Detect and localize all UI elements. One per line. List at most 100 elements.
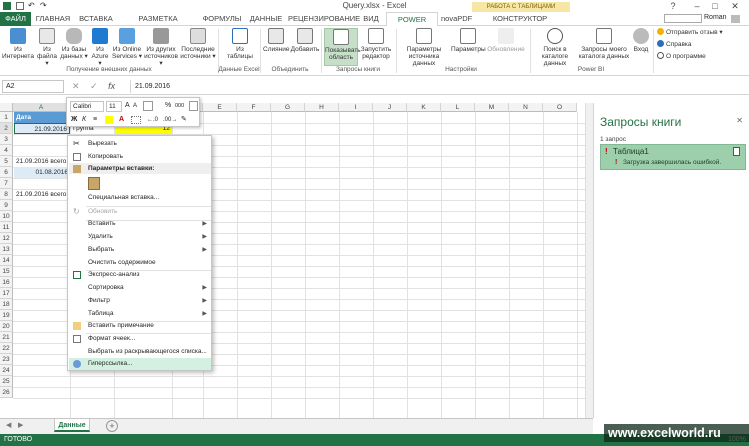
sheet-scroll-left-icon[interactable]: ◀ [6,421,11,429]
query-card[interactable]: ! Таблица1 ! Загрузка завершилась ошибко… [600,144,746,170]
from-table-button[interactable]: Из таблицы [224,28,256,66]
increase-decimal-icon[interactable]: ←.0 [147,115,158,125]
cell-a1[interactable]: Дата [14,112,70,123]
recent-sources-button[interactable]: Последние источники ▾ [180,28,216,66]
column-header-i[interactable]: I [339,103,373,112]
sign-in-button[interactable]: Вход [632,28,650,66]
tab-novapdf[interactable]: novaPDF [441,12,472,26]
column-header-e[interactable]: E [203,103,237,112]
align-icon[interactable]: ≡ [93,115,97,125]
row-header[interactable]: 21 [0,332,13,343]
menu-item-insert[interactable]: Вставить ▶ [69,218,211,230]
tab-power-query[interactable]: POWER QUERY [386,12,438,38]
close-button[interactable]: ✕ [728,0,742,12]
tab-view[interactable]: ВИД [359,12,383,26]
italic-button[interactable]: К [82,115,86,125]
row-header[interactable]: 11 [0,222,13,233]
data-source-settings-button[interactable]: Параметры источника данных [398,28,450,67]
enter-icon[interactable]: ✓ [90,81,98,91]
fill-color-icon[interactable] [105,116,113,124]
menu-item-select[interactable]: Выбрать ▶ [69,244,211,256]
number-format-icon[interactable] [143,101,153,111]
row-header[interactable]: 7 [0,178,13,189]
menu-item-clear[interactable]: Очистить содержимое [69,257,211,269]
column-header-a[interactable]: A [13,103,70,112]
tab-insert[interactable]: ВСТАВКА [76,12,116,26]
borders-icon[interactable] [131,116,141,124]
menu-item-insert-comment[interactable]: Вставить примечание [69,320,211,332]
bold-button[interactable]: Ж [71,115,77,125]
menu-item-cut[interactable]: ✂ Вырезать [69,138,211,150]
my-catalog-queries-button[interactable]: Запросы моего каталога данных [578,28,630,66]
font-color-icon[interactable]: A [119,115,124,125]
user-name[interactable]: Roman [704,14,727,21]
search-catalog-button[interactable]: Поиск в каталоге данных [533,28,577,67]
row-header[interactable]: 25 [0,376,13,387]
tab-file[interactable]: ФАЙЛ [0,12,31,26]
column-header-o[interactable]: O [543,103,577,112]
row-header[interactable]: 17 [0,288,13,299]
menu-item-refresh[interactable]: ↻ Обновить [69,206,211,218]
tab-page-layout[interactable]: РАЗМЕТКА СТРАНИЦЫ [119,12,197,37]
row-header[interactable]: 15 [0,266,13,277]
row-header[interactable]: 5 [0,156,13,167]
user-avatar[interactable] [731,15,740,23]
from-azure-button[interactable]: Из Azure ▾ [89,28,111,67]
grow-font-icon[interactable]: A [125,101,130,111]
cancel-icon[interactable]: ✕ [72,81,80,91]
show-pane-button[interactable]: Показывать область [324,28,361,66]
column-header-l[interactable]: L [441,103,475,112]
cell-a8[interactable]: 21.09.2016 всего [14,189,70,200]
column-header-m[interactable]: M [475,103,509,112]
insert-function-icon[interactable]: fx [108,81,115,91]
restore-button[interactable]: □ [708,0,722,12]
menu-item-table[interactable]: Таблица ▶ [69,308,211,320]
row-header[interactable]: 16 [0,277,13,288]
tab-design[interactable]: КОНСТРУКТОР [475,12,565,26]
options-button[interactable]: Параметры [451,28,486,66]
row-header[interactable]: 14 [0,255,13,266]
row-header[interactable]: 6 [0,167,13,178]
row-header[interactable]: 4 [0,145,13,156]
merge-button[interactable]: Слияние [263,28,289,66]
menu-item-paste-special[interactable]: Специальная вставка... [69,192,211,204]
menu-item-copy[interactable]: Копировать [69,151,211,163]
column-header-g[interactable]: G [271,103,305,112]
tab-review[interactable]: РЕЦЕНЗИРОВАНИЕ [288,12,360,26]
menu-item-delete[interactable]: Удалить ▶ [69,231,211,243]
thousands-button[interactable]: 000 [175,101,184,111]
column-header-n[interactable]: N [509,103,543,112]
name-box[interactable]: A2 [2,80,64,93]
column-header-h[interactable]: H [305,103,339,112]
tab-formulas[interactable]: ФОРМУЛЫ [200,12,244,26]
from-web-button[interactable]: Из Интернета [2,28,34,66]
help-button[interactable]: ? [666,0,680,12]
minimize-button[interactable]: – [690,0,704,12]
column-header-f[interactable]: F [237,103,271,112]
from-other-sources-button[interactable]: Из других источников ▾ [143,28,179,67]
paste-clipboard-icon[interactable] [88,177,100,190]
menu-item-quick-analysis[interactable]: Экспресс-анализ [69,269,211,281]
row-header[interactable]: 23 [0,354,13,365]
pane-close-icon[interactable]: ✕ [736,116,743,125]
column-header-k[interactable]: K [407,103,441,112]
cell-a6[interactable]: 01.08.2016 [14,167,70,178]
percent-button[interactable]: % [165,101,171,111]
from-database-button[interactable]: Из базы данных ▾ [60,28,88,66]
launch-editor-button[interactable]: Запустить редактор [359,28,393,66]
row-header[interactable]: 19 [0,310,13,321]
decrease-decimal-icon[interactable]: .00→ [163,115,177,125]
about-link[interactable]: О программе [657,52,706,62]
append-button[interactable]: Добавить [290,28,320,66]
help-link[interactable]: Справка [657,40,692,50]
sheet-tab-data[interactable]: Данные [54,419,90,432]
row-header[interactable]: 8 [0,189,13,200]
formula-input[interactable]: 21.09.2016 [130,80,578,93]
row-header[interactable]: 18 [0,299,13,310]
menu-item-sort[interactable]: Сортировка ▶ [69,282,211,294]
menu-item-hyperlink[interactable]: Гиперссылка... [69,358,211,370]
format-painter-icon[interactable]: ✎ [181,115,187,125]
account-box[interactable] [664,14,702,23]
select-all-corner[interactable] [0,103,13,112]
menu-item-format-cells[interactable]: Формат ячеек... [69,333,211,345]
